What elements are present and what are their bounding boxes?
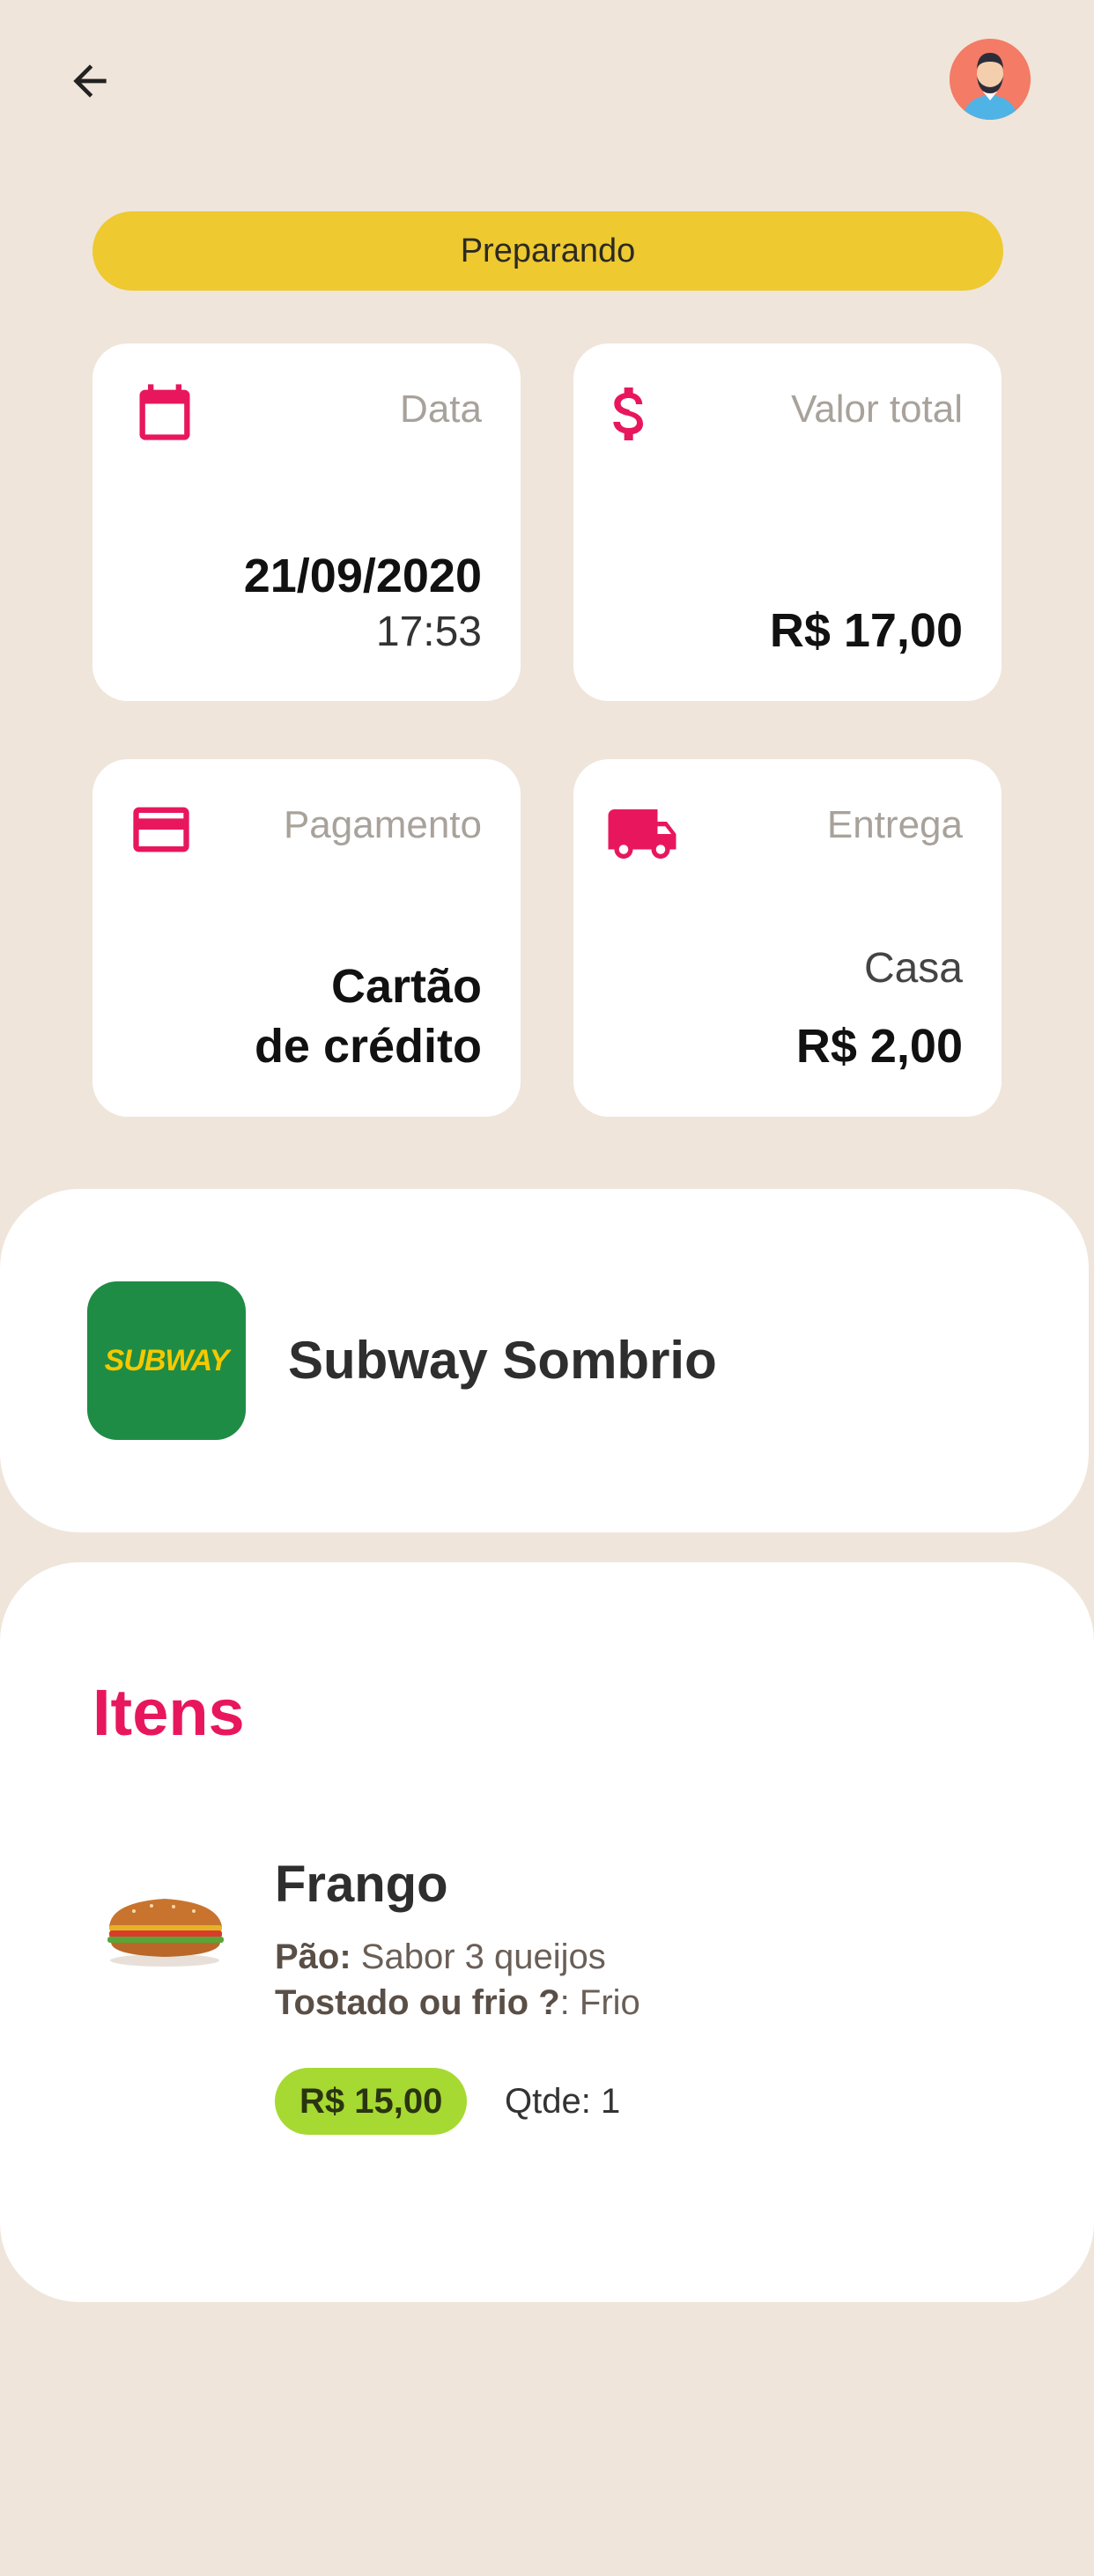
- total-card: Valor total R$ 17,00: [573, 343, 1002, 701]
- calendar-icon: [139, 384, 190, 440]
- credit-card-icon: [133, 807, 189, 853]
- order-status-badge: Preparando: [92, 211, 1003, 291]
- delivery-label: Entrega: [826, 803, 963, 846]
- item-quantity: Qtde: 1: [505, 2082, 621, 2121]
- store-logo: SUBWAY: [87, 1281, 246, 1440]
- date-label: Data: [400, 388, 482, 431]
- arrow-left-icon: [73, 64, 107, 98]
- delivery-card: Entrega Casa R$ 2,00: [573, 759, 1002, 1117]
- item-option-bread-value: Sabor 3 queijos: [351, 1938, 606, 1976]
- delivery-type: Casa: [863, 945, 963, 992]
- order-date: 21/09/2020: [243, 550, 482, 602]
- truck-icon: [608, 809, 676, 859]
- user-avatar[interactable]: [950, 39, 1031, 120]
- item-option-toasted: Tostado ou frio ?: Frio: [275, 1983, 640, 2023]
- store-name: Subway Sombrio: [288, 1331, 717, 1390]
- total-label: Valor total: [791, 388, 963, 431]
- item-name: Frango: [275, 1856, 448, 1913]
- item-price: R$ 15,00: [299, 2081, 443, 2121]
- date-card: Data 21/09/2020 17:53: [92, 343, 521, 701]
- sandwich-image: [107, 1899, 224, 1967]
- delivery-fee: R$ 2,00: [795, 1020, 963, 1073]
- payment-method-line2: de crédito: [254, 1020, 482, 1073]
- item-price-badge: R$ 15,00: [275, 2068, 468, 2135]
- payment-label: Pagamento: [283, 803, 482, 846]
- dollar-icon: [613, 388, 643, 440]
- items-section-title: Itens: [92, 1676, 245, 1749]
- item-option-bread: Pão: Sabor 3 queijos: [275, 1938, 606, 1977]
- back-button[interactable]: [55, 46, 125, 116]
- order-time: 17:53: [375, 609, 482, 655]
- item-option-toasted-label: Tostado ou frio ?: [275, 1983, 560, 2022]
- order-total-value: R$ 17,00: [769, 604, 963, 657]
- user-avatar-icon: [950, 39, 1031, 120]
- item-option-toasted-value: : Frio: [559, 1983, 640, 2022]
- order-status-label: Preparando: [460, 232, 636, 269]
- payment-method-line1: Cartão: [330, 960, 482, 1013]
- store-logo-text: SUBWAY: [104, 1343, 230, 1377]
- payment-card: Pagamento Cartão de crédito: [92, 759, 521, 1117]
- item-option-bread-label: Pão:: [275, 1938, 351, 1976]
